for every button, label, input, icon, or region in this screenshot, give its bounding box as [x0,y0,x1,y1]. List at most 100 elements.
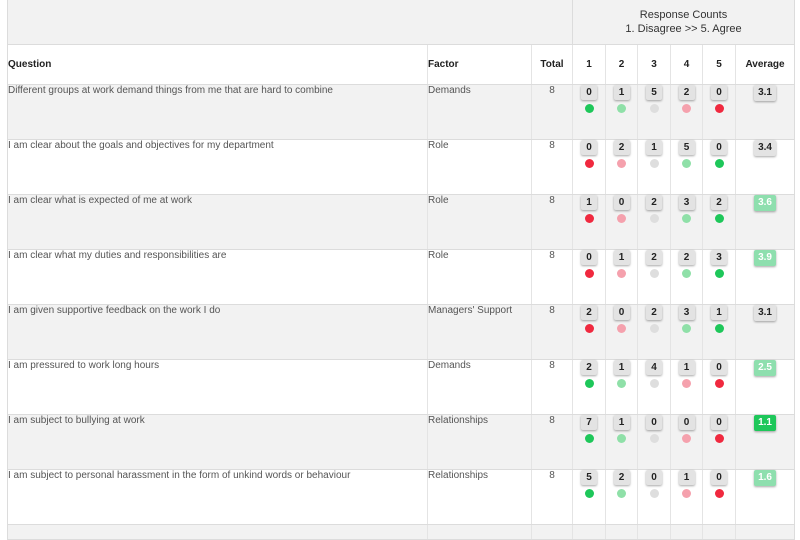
count-cell-2: 0 [605,194,638,250]
count-cell-1: 0 [572,84,606,140]
column-header-4[interactable]: 4 [670,44,703,85]
question-cell: I am clear what my duties and responsibi… [7,249,428,305]
rating-dot-icon [714,159,724,168]
rating-dot-icon [649,269,659,278]
question-cell: I am pressured to work long hours [7,359,428,415]
response-counts-header: Response Counts 1. Disagree >> 5. Agree [572,0,795,45]
table-row[interactable]: I am given supportive feedback on the wo… [7,304,795,360]
count-badge: 0 [581,140,598,155]
count-badge: 2 [678,250,695,265]
count-badge: 1 [646,140,663,155]
table-row[interactable]: I am clear what is expected of me at wor… [7,194,795,250]
rating-dot-icon [617,489,627,498]
column-header-2[interactable]: 2 [605,44,638,85]
count-badge: 5 [646,85,663,100]
factor-cell: Relationships [427,414,532,470]
factor-cell: Managers' Support [427,304,532,360]
empty-cell [7,524,428,540]
rating-dot-icon [682,104,692,113]
rating-dot-icon [682,159,692,168]
total-cell: 8 [530,249,573,305]
average-cell: 3.1 [735,84,795,140]
count-cell-1: 7 [572,414,606,470]
count-badge: 2 [678,85,695,100]
rating-dot-icon [584,104,594,113]
table-row[interactable]: I am pressured to work long hours Demands… [7,359,795,415]
count-badge: 0 [613,195,630,210]
column-header-factor[interactable]: Factor [427,44,532,85]
rating-dot-icon [649,434,659,443]
count-cell-1: 5 [572,469,606,525]
column-header-average[interactable]: Average [735,44,795,85]
question-cell: I am subject to bullying at work [7,414,428,470]
rating-dot-icon [584,489,594,498]
count-cell-5: 2 [702,194,736,250]
scale-subtitle: 1. Disagree >> 5. Agree [625,23,742,35]
count-badge: 0 [711,85,728,100]
empty-cell [670,524,703,540]
count-cell-2: 1 [605,359,638,415]
count-cell-3: 0 [637,469,671,525]
count-badge: 1 [678,470,695,485]
rating-dot-icon [649,104,659,113]
table-row[interactable]: I am subject to personal harassment in t… [7,469,795,525]
count-badge: 0 [711,360,728,375]
column-header-total[interactable]: Total [530,44,573,85]
survey-results-table: Response Counts 1. Disagree >> 5. Agree … [7,0,796,540]
count-cell-2: 1 [605,249,638,305]
average-badge: 1.1 [754,415,776,431]
table-row[interactable]: I am subject to bullying at work Relation… [7,414,795,470]
count-badge: 4 [646,360,663,375]
rating-dot-icon [682,379,692,388]
count-badge: 7 [581,415,598,430]
column-header-1[interactable]: 1 [572,44,606,85]
rating-dot-icon [714,269,724,278]
count-badge: 0 [711,470,728,485]
count-badge: 2 [646,305,663,320]
count-badge: 1 [613,85,630,100]
factor-cell: Demands [427,84,532,140]
empty-cell [530,524,573,540]
rating-dot-icon [617,104,627,113]
table-body: Different groups at work demand things f… [7,84,795,540]
count-badge: 0 [646,415,663,430]
average-cell: 2.5 [735,359,795,415]
count-badge: 2 [613,140,630,155]
count-badge: 2 [646,195,663,210]
total-cell: 8 [530,194,573,250]
count-badge: 2 [613,470,630,485]
count-badge: 3 [711,250,728,265]
count-badge: 2 [581,360,598,375]
total-cell: 8 [530,304,573,360]
count-cell-5: 3 [702,249,736,305]
table-row[interactable]: I am clear what my duties and responsibi… [7,249,795,305]
rating-dot-icon [682,269,692,278]
table-row[interactable]: I am clear about the goals and objective… [7,139,795,195]
count-cell-2: 2 [605,139,638,195]
factor-cell: Relationships [427,469,532,525]
rating-dot-icon [617,214,627,223]
count-cell-2: 2 [605,469,638,525]
count-badge: 1 [581,195,598,210]
table-row[interactable]: Different groups at work demand things f… [7,84,795,140]
count-cell-3: 2 [637,304,671,360]
count-cell-4: 0 [670,414,703,470]
count-cell-5: 0 [702,139,736,195]
question-cell: I am clear about the goals and objective… [7,139,428,195]
rating-dot-icon [682,489,692,498]
column-header-5[interactable]: 5 [702,44,736,85]
column-header-question[interactable]: Question [7,44,428,85]
count-cell-1: 2 [572,304,606,360]
empty-cell [427,524,532,540]
empty-cell [572,524,606,540]
rating-dot-icon [714,434,724,443]
empty-cell [637,524,671,540]
average-badge: 3.1 [754,305,776,321]
count-badge: 5 [678,140,695,155]
count-cell-4: 2 [670,249,703,305]
column-header-3[interactable]: 3 [637,44,671,85]
factor-cell: Role [427,249,532,305]
empty-cell [605,524,638,540]
response-counts-title: Response Counts [639,9,728,21]
factor-cell: Role [427,139,532,195]
